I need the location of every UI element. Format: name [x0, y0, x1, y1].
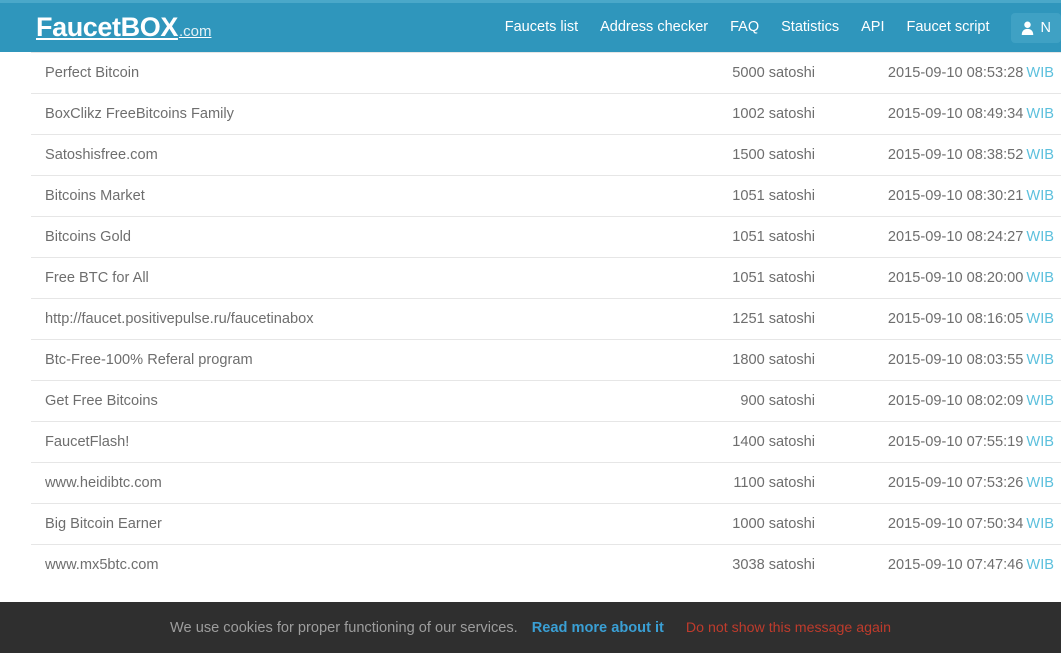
faucet-name: www.mx5btc.com — [45, 557, 159, 573]
nav-faucets-list[interactable]: Faucets list — [494, 3, 589, 52]
faucet-date: 2015-09-10 08:02:09 WIB — [823, 381, 1061, 422]
timezone-label[interactable]: WIB — [1026, 188, 1054, 204]
nav-faucet-script[interactable]: Faucet script — [896, 3, 1001, 52]
faucet-name: Free BTC for All — [45, 270, 149, 286]
table-row[interactable]: BoxClikz FreeBitcoins Family 1002 satosh… — [31, 93, 1061, 135]
date-value: 2015-09-10 08:49:34 — [887, 106, 1024, 122]
timezone-label[interactable]: WIB — [1026, 475, 1054, 491]
timezone-label[interactable]: WIB — [1026, 229, 1054, 245]
faucet-date: 2015-09-10 08:49:34 WIB — [823, 94, 1061, 135]
faucet-date: 2015-09-10 08:38:52 WIB — [823, 135, 1061, 176]
faucet-amount: 1000 satoshi — [732, 516, 815, 532]
nav-statistics[interactable]: Statistics — [770, 3, 850, 52]
logo-main-text: FaucetBOX — [36, 12, 178, 42]
faucet-date: 2015-09-10 08:03:55 WIB — [823, 340, 1061, 381]
date-value: 2015-09-10 07:47:46 — [887, 557, 1024, 573]
date-value: 2015-09-10 08:30:21 — [887, 188, 1024, 204]
table-row[interactable]: Free BTC for All 1051 satoshi 2015-09-10… — [31, 257, 1061, 299]
cookie-consent-bar: We use cookies for proper functioning of… — [0, 602, 1061, 653]
faucet-name: http://faucet.positivepulse.ru/faucetina… — [45, 311, 314, 327]
timezone-label[interactable]: WIB — [1026, 147, 1054, 163]
faucet-date: 2015-09-10 07:55:19 WIB — [823, 422, 1061, 463]
faucet-table-body: Perfect Bitcoin 5000 satoshi 2015-09-10 … — [31, 52, 1061, 586]
faucet-date: 2015-09-10 08:20:00 WIB — [823, 258, 1061, 299]
faucet-amount: 900 satoshi — [740, 393, 815, 409]
faucet-name: Btc-Free-100% Referal program — [45, 352, 253, 368]
table-row[interactable]: FaucetFlash! 1400 satoshi 2015-09-10 07:… — [31, 421, 1061, 463]
faucet-date: 2015-09-10 07:50:34 WIB — [823, 504, 1061, 545]
faucet-amount: 3038 satoshi — [732, 557, 815, 573]
faucet-amount: 1800 satoshi — [732, 352, 815, 368]
nav-links-group: Faucets list Address checker FAQ Statist… — [494, 3, 1061, 52]
table-row[interactable]: www.mx5btc.com 3038 satoshi 2015-09-10 0… — [31, 544, 1061, 586]
faucet-date: 2015-09-10 07:47:46 WIB — [823, 545, 1061, 586]
nav-address-checker[interactable]: Address checker — [589, 3, 719, 52]
faucet-amount: 1400 satoshi — [732, 434, 815, 450]
faucet-date: 2015-09-10 07:53:26 WIB — [823, 463, 1061, 504]
timezone-label[interactable]: WIB — [1026, 106, 1054, 122]
faucet-amount: 1100 satoshi — [733, 475, 815, 491]
date-value: 2015-09-10 08:03:55 — [887, 352, 1024, 368]
faucet-date: 2015-09-10 08:24:27 WIB — [823, 217, 1061, 258]
table-row[interactable]: Satoshisfree.com 1500 satoshi 2015-09-10… — [31, 134, 1061, 176]
faucet-date: 2015-09-10 08:16:05 WIB — [823, 299, 1061, 340]
faucet-name: Satoshisfree.com — [45, 147, 158, 163]
faucet-name: Perfect Bitcoin — [45, 65, 140, 81]
table-row[interactable]: www.heidibtc.com 1100 satoshi 2015-09-10… — [31, 462, 1061, 504]
faucet-amount: 1500 satoshi — [732, 147, 815, 163]
table-row[interactable]: Bitcoins Market 1051 satoshi 2015-09-10 … — [31, 175, 1061, 217]
faucet-list-content: Perfect Bitcoin 5000 satoshi 2015-09-10 … — [0, 52, 1061, 585]
faucet-payouts-table: Perfect Bitcoin 5000 satoshi 2015-09-10 … — [31, 52, 1061, 585]
site-logo[interactable]: FaucetBOX .com — [36, 14, 211, 41]
faucet-date: 2015-09-10 08:53:28 WIB — [823, 53, 1061, 94]
cookie-read-more-link[interactable]: Read more about it — [532, 620, 664, 636]
timezone-label[interactable]: WIB — [1026, 393, 1054, 409]
date-value: 2015-09-10 08:02:09 — [887, 393, 1024, 409]
faucet-date: 2015-09-10 08:30:21 WIB — [823, 176, 1061, 217]
faucet-amount: 1051 satoshi — [732, 188, 815, 204]
account-label: N — [1040, 19, 1051, 36]
timezone-label[interactable]: WIB — [1026, 516, 1054, 532]
faucet-amount: 1051 satoshi — [732, 229, 815, 245]
timezone-label[interactable]: WIB — [1026, 65, 1054, 81]
date-value: 2015-09-10 08:20:00 — [887, 270, 1024, 286]
date-value: 2015-09-10 07:53:26 — [887, 475, 1024, 491]
main-navbar: FaucetBOX .com Faucets list Address check… — [0, 3, 1061, 52]
date-value: 2015-09-10 08:24:27 — [887, 229, 1024, 245]
faucet-amount: 1002 satoshi — [732, 106, 815, 122]
faucet-name: Bitcoins Gold — [45, 229, 131, 245]
timezone-label[interactable]: WIB — [1026, 270, 1054, 286]
faucet-name: Bitcoins Market — [45, 188, 145, 204]
timezone-label[interactable]: WIB — [1026, 557, 1054, 573]
account-button[interactable]: N — [1010, 12, 1061, 43]
table-row[interactable]: http://faucet.positivepulse.ru/faucetina… — [31, 298, 1061, 340]
person-icon — [1021, 21, 1033, 35]
table-row[interactable]: Bitcoins Gold 1051 satoshi 2015-09-10 08… — [31, 216, 1061, 258]
date-value: 2015-09-10 08:38:52 — [887, 147, 1024, 163]
faucet-name: BoxClikz FreeBitcoins Family — [45, 106, 234, 122]
table-row[interactable]: Get Free Bitcoins 900 satoshi 2015-09-10… — [31, 380, 1061, 422]
faucet-name: Big Bitcoin Earner — [45, 516, 162, 532]
logo-suffix-text: .com — [178, 23, 212, 40]
timezone-label[interactable]: WIB — [1026, 352, 1054, 368]
table-row[interactable]: Big Bitcoin Earner 1000 satoshi 2015-09-… — [31, 503, 1061, 545]
table-row[interactable]: Perfect Bitcoin 5000 satoshi 2015-09-10 … — [31, 52, 1061, 94]
faucet-amount: 5000 satoshi — [732, 65, 815, 81]
date-value: 2015-09-10 07:55:19 — [887, 434, 1024, 450]
date-value: 2015-09-10 08:53:28 — [887, 65, 1024, 81]
table-row[interactable]: Btc-Free-100% Referal program 1800 satos… — [31, 339, 1061, 381]
cookie-message: We use cookies for proper functioning of… — [170, 619, 518, 636]
timezone-label[interactable]: WIB — [1026, 311, 1054, 327]
nav-faq[interactable]: FAQ — [719, 3, 770, 52]
faucet-name: Get Free Bitcoins — [45, 393, 158, 409]
cookie-dismiss-link[interactable]: Do not show this message again — [686, 620, 891, 636]
date-value: 2015-09-10 08:16:05 — [887, 311, 1024, 327]
timezone-label[interactable]: WIB — [1026, 434, 1054, 450]
faucet-amount: 1051 satoshi — [732, 270, 815, 286]
faucet-name: www.heidibtc.com — [45, 475, 162, 491]
nav-api[interactable]: API — [850, 3, 895, 52]
faucet-amount: 1251 satoshi — [732, 311, 815, 327]
faucet-name: FaucetFlash! — [45, 434, 130, 450]
date-value: 2015-09-10 07:50:34 — [887, 516, 1024, 532]
